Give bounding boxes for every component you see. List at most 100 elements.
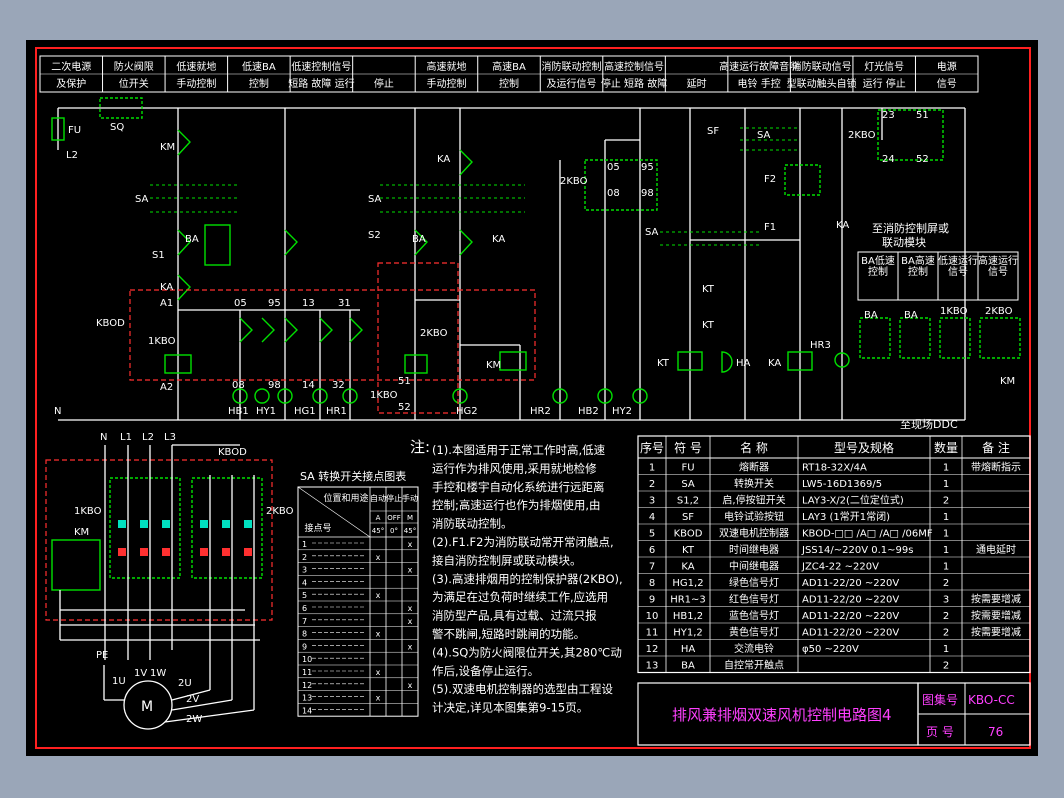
label-km-2: KM [486, 360, 501, 371]
note-line: 手控和楼宇自动化系统进行远距离 [432, 480, 605, 494]
label-1kbo-2: 1KBO [370, 390, 398, 401]
label-ba-4: BA [904, 310, 918, 321]
label-s2: S2 [368, 230, 381, 241]
parts-cell: AD11-22/20 ~220V [802, 628, 899, 639]
label-ka-1: KA [160, 282, 173, 293]
parts-cell: 1 [943, 463, 949, 474]
label-l3: L3 [164, 432, 176, 443]
label-ha: HA [736, 358, 751, 369]
label-sf: SF [707, 126, 719, 137]
sa-row-no: 7 [302, 617, 307, 626]
sa-row-no: 5 [302, 591, 307, 600]
sa-sub-header2: 0° [390, 527, 398, 535]
parts-cell: 按需要增减 [971, 609, 1021, 622]
header-cell: 延时 [687, 78, 707, 90]
label-fu: FU [68, 125, 81, 136]
parts-cell: 2 [649, 479, 655, 490]
label-a1: A1 [160, 298, 173, 309]
label-05b: 05 [607, 162, 620, 173]
header-cell-bottom: 延时 [687, 78, 707, 90]
header-cell-top: 灯光信号 [864, 60, 904, 73]
parts-cell: KBOD-□□ /A□ /A□ /06MF [802, 529, 933, 540]
parts-cell: 8 [649, 578, 655, 589]
parts-cell: 绿色信号灯 [729, 576, 779, 589]
label-2kbo-1: 2KBO [420, 328, 448, 339]
circuit-drawing: 二次电源及保护防火阀限位开关低速就地手动控制低速BA控制低速控制信号短路 故障 … [26, 40, 1038, 756]
parts-cell: 双速电机控制器 [719, 527, 789, 540]
parts-cell: 通电延时 [976, 543, 1016, 556]
parts-cell: LW5-16D1369/5 [802, 479, 882, 490]
label-sq: SQ [110, 122, 124, 133]
label-l1: L1 [120, 432, 132, 443]
label-km-3: KM [1000, 376, 1015, 387]
sa-row-no: 6 [302, 604, 307, 613]
note-line: (2).F1.F2为消防联动常开常闭触点, [432, 535, 614, 549]
parts-header: 名 称 [740, 440, 768, 455]
label-l2: L2 [66, 150, 78, 161]
label-pe: PE [96, 650, 108, 661]
label-ba-2: BA [412, 234, 426, 245]
parts-cell: S1,2 [677, 496, 699, 507]
parts-cell: 11 [646, 628, 659, 639]
label-51b: 51 [916, 110, 929, 121]
label-2kbo-2: 2KBO [560, 176, 588, 187]
sa-row-header: 接点号 [304, 522, 331, 534]
note-line: (1).本图适用于正常工作时高,低速 [432, 443, 606, 457]
header-cell-bottom: 控制 [499, 77, 519, 90]
header-cell-bottom: 控制 [249, 77, 269, 90]
label-sa-1: SA [135, 194, 149, 205]
sa-sub-header2: 45° [404, 527, 416, 535]
parts-cell: 2 [943, 611, 949, 622]
label-l2-2: L2 [142, 432, 154, 443]
label-km-4: KM [74, 527, 89, 538]
header-cell-top: 高速控制信号 [604, 60, 664, 73]
parts-header: 序号 [640, 440, 664, 455]
parts-cell: AD11-22/20 ~220V [802, 595, 899, 606]
header-cell-bottom: 停止 [374, 77, 394, 90]
label-95: 95 [268, 298, 281, 309]
header-cell-bottom: 运行 停止 [863, 77, 906, 90]
sa-row-no: 9 [302, 642, 307, 651]
atlas-number: KBO-CC [968, 693, 1015, 707]
label-hr1: HR1 [326, 406, 347, 417]
label-31: 31 [338, 298, 351, 309]
label-1v: 1V [134, 668, 147, 679]
label-f2: F2 [764, 174, 776, 185]
label-2kbo-3: 2KBO [848, 130, 876, 141]
sa-row-no: 8 [302, 630, 307, 639]
note-line: (4).SQ为防火阀限位开关,其280℃动 [432, 645, 622, 659]
label-13: 13 [302, 298, 315, 309]
sa-col-header: 停止 [386, 493, 402, 503]
page-label: 页 号 [926, 725, 954, 739]
label-kbod: KBOD [96, 318, 125, 329]
atlas-label: 图集号 [922, 692, 958, 707]
label-ka-5: KA [768, 358, 781, 369]
ba-table-header: BA高速控制 [901, 256, 935, 278]
sa-cell-mark: x [376, 630, 381, 639]
sa-sub-header: OFF [387, 514, 401, 522]
parts-cell: HB1,2 [673, 611, 703, 622]
parts-cell: 时间继电器 [729, 543, 779, 556]
sa-cell-mark: x [408, 681, 413, 690]
sa-col-header: 自动 [370, 493, 386, 503]
header-cell-top: 高速就地 [426, 60, 466, 73]
page-number: 76 [988, 725, 1003, 739]
label-ka-2: KA [437, 154, 450, 165]
sa-sub-header: M [407, 514, 413, 522]
label-sa-4: SA [757, 130, 771, 141]
parts-cell: 12 [646, 644, 659, 655]
label-n-2: N [100, 432, 107, 443]
sa-cell-mark: x [376, 591, 381, 600]
label-site-ddc: 至现场DDC [900, 417, 958, 431]
header-cell-bottom: 短路 故障 运行 [288, 77, 354, 90]
sa-cell-mark: x [408, 604, 413, 613]
parts-cell: 启,停按钮开关 [722, 494, 785, 507]
label-hg2: HG2 [456, 406, 478, 417]
note-line: 作后,设备停止运行。 [432, 664, 539, 678]
label-2w: 2W [186, 714, 202, 725]
parts-cell: 2 [943, 578, 949, 589]
label-1u: 1U [112, 676, 126, 687]
label-s1: S1 [152, 250, 165, 261]
parts-cell: HA [681, 644, 696, 655]
header-cell-bottom: 电铃 手控 [738, 77, 781, 90]
